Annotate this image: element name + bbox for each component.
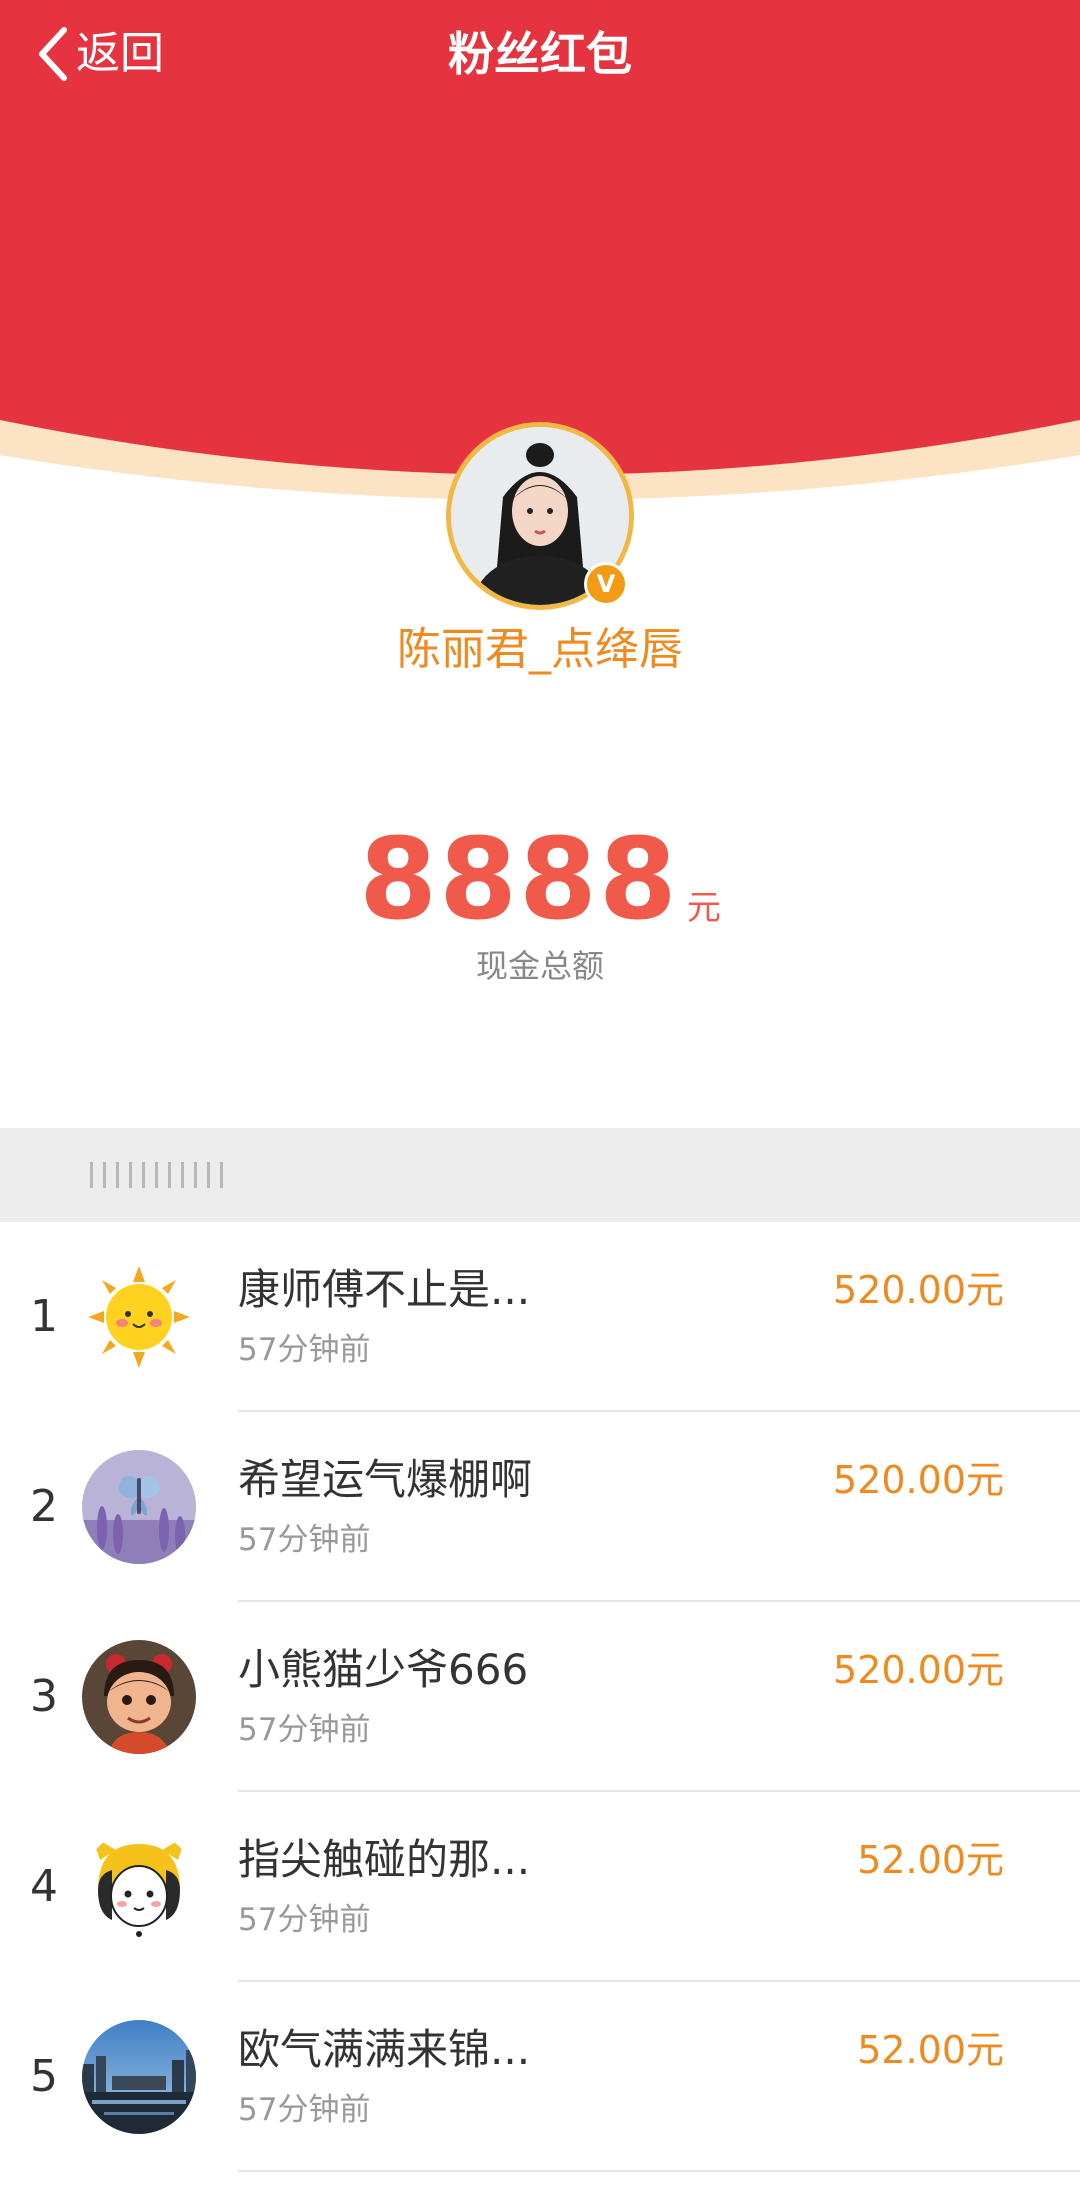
recipient-amount: 520.00元 [833, 1648, 1004, 1692]
butterfly-lavender-avatar-icon [82, 1450, 196, 1564]
back-button[interactable]: 返回 [36, 22, 164, 86]
total-amount-caption: 现金总额 [475, 947, 604, 985]
recipient-name: 指尖触碰的那... [238, 1835, 531, 1884]
recipient-amount: 520.00元 [833, 1458, 1004, 1502]
avatar[interactable] [82, 1640, 196, 1754]
recipient-time: 57分钟前 [238, 1332, 371, 1368]
recipient-time: 57分钟前 [238, 1712, 371, 1748]
sun-cartoon-avatar-icon [82, 1260, 196, 1374]
recipient-amount: 52.00元 [857, 1838, 1004, 1882]
total-amount-value: 8888 [359, 815, 679, 945]
divider [238, 2170, 1080, 2172]
avatar[interactable] [82, 1450, 196, 1564]
back-label: 返回 [76, 28, 164, 79]
recipient-name: 欧气满满来锦... [238, 2025, 531, 2074]
list-item[interactable]: 1 康师傅不止是... 57分钟前 520.00元 [0, 1222, 1080, 1412]
recipient-time: 57分钟前 [238, 2092, 371, 2128]
recipient-time: 57分钟前 [238, 1902, 371, 1938]
list-item[interactable]: 3 小熊猫少爷666 57分钟前 520.00元 [0, 1602, 1080, 1792]
list-item[interactable]: 5 欧气满满来锦... 57分钟前 52.00元 [0, 1982, 1080, 2172]
rank-number: 4 [30, 1861, 58, 1912]
recipient-name: 康师傅不止是... [238, 1265, 531, 1314]
section-header-placeholder [90, 1160, 223, 1190]
verified-badge-icon: V [584, 562, 628, 606]
recipient-name: 小熊猫少爷666 [238, 1645, 529, 1694]
total-amount: 8888 元 [0, 815, 1080, 945]
rank-number: 1 [30, 1291, 58, 1342]
recipient-list: 1 康师傅不止是... 57分钟前 520.00元 2 希望运气爆棚啊 57分钟… [0, 1222, 1080, 2172]
rank-number: 2 [30, 1481, 58, 1532]
avatar[interactable] [82, 1260, 196, 1374]
host-name[interactable]: 陈丽君_点绛唇 [0, 618, 1080, 682]
recipient-name: 希望运气爆棚啊 [238, 1455, 533, 1504]
list-item[interactable]: 4 指尖触碰的那... 57分钟前 52.00元 [0, 1792, 1080, 1982]
list-item[interactable]: 2 希望运气爆棚啊 57分钟前 520.00元 [0, 1412, 1080, 1602]
chevron-left-icon [39, 27, 67, 81]
rank-number: 3 [30, 1671, 58, 1722]
recipient-amount: 520.00元 [833, 1268, 1004, 1312]
recipient-time: 57分钟前 [238, 1522, 371, 1558]
recipient-amount: 52.00元 [857, 2028, 1004, 2072]
avatar[interactable] [82, 2020, 196, 2134]
rank-number: 5 [30, 2051, 58, 2102]
night-city-avatar-icon [82, 2020, 196, 2134]
section-header [0, 1128, 1080, 1222]
total-amount-unit: 元 [686, 888, 721, 928]
red-packet-page: 返回 粉丝红包 V 陈丽君_点绛唇 8888 元 现金总额 1 康师傅不止是..… [0, 0, 1080, 2194]
avatar[interactable] [82, 1830, 196, 1944]
cartoon-child-avatar-icon [82, 1640, 196, 1754]
cartoon-girl-hat-avatar-icon [82, 1830, 196, 1944]
